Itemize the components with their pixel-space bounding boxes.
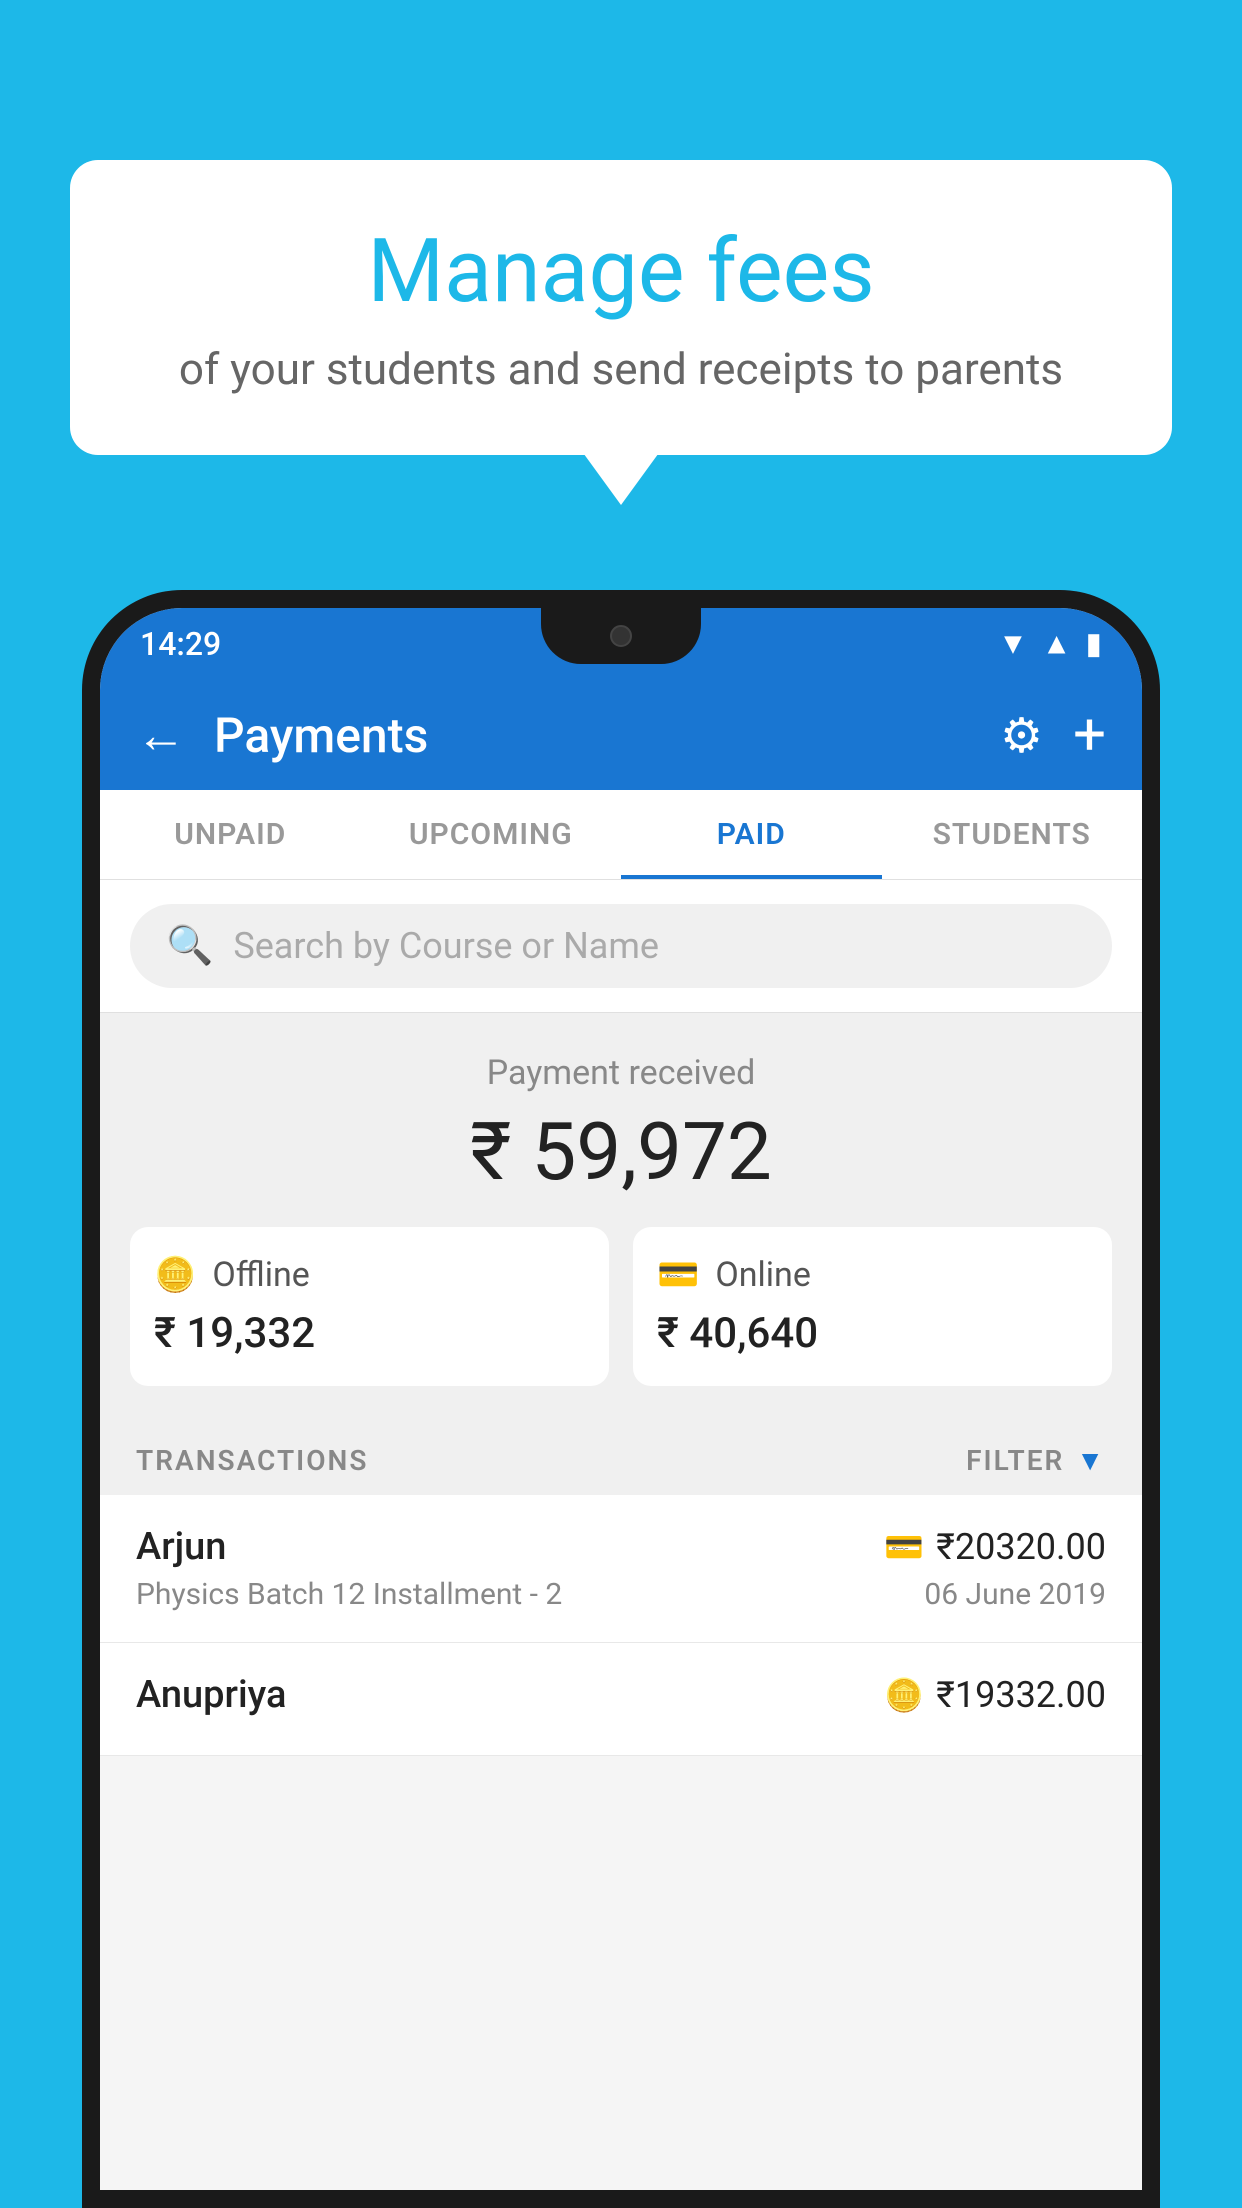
add-button[interactable]: + (1073, 701, 1106, 769)
offline-card: 🪙 Offline ₹ 19,332 (130, 1227, 609, 1386)
tab-students[interactable]: STUDENTS (882, 790, 1143, 879)
transaction-top: Anupriya 🪙 ₹19332.00 (136, 1673, 1106, 1717)
transactions-header: TRANSACTIONS FILTER ▼ (100, 1416, 1142, 1495)
back-button[interactable]: ← (136, 706, 186, 765)
bubble-title: Manage fees (150, 220, 1092, 323)
payment-received-label: Payment received (130, 1053, 1112, 1093)
online-amount: ₹ 40,640 (657, 1309, 1088, 1358)
signal-icon: ▲ (1042, 627, 1072, 662)
table-row[interactable]: Arjun 💳 ₹20320.00 Physics Batch 12 Insta… (100, 1495, 1142, 1643)
search-container: 🔍 Search by Course or Name (100, 880, 1142, 1013)
tab-upcoming[interactable]: UPCOMING (361, 790, 622, 879)
student-name: Anupriya (136, 1673, 286, 1717)
filter-label: FILTER (966, 1444, 1064, 1477)
amount-right: 🪙 ₹19332.00 (884, 1674, 1106, 1716)
transaction-top: Arjun 💳 ₹20320.00 (136, 1525, 1106, 1569)
speech-bubble-container: Manage fees of your students and send re… (70, 160, 1172, 455)
transaction-amount: ₹19332.00 (936, 1674, 1106, 1716)
status-time: 14:29 (140, 625, 221, 663)
amount-right: 💳 ₹20320.00 (884, 1526, 1106, 1568)
phone-screen: 14:29 ▼ ▲ ▮ ← Payments ⚙ + UNPAID UPCOMI… (100, 608, 1142, 2190)
tab-unpaid[interactable]: UNPAID (100, 790, 361, 879)
phone-frame: 14:29 ▼ ▲ ▮ ← Payments ⚙ + UNPAID UPCOMI… (82, 590, 1160, 2208)
tabs-bar: UNPAID UPCOMING PAID STUDENTS (100, 790, 1142, 880)
search-bar[interactable]: 🔍 Search by Course or Name (130, 904, 1112, 988)
online-icon: 💳 (657, 1255, 699, 1295)
payment-summary: Payment received ₹ 59,972 🪙 Offline ₹ 19… (100, 1013, 1142, 1416)
date-info: 06 June 2019 (924, 1577, 1106, 1612)
camera-dot (610, 625, 632, 647)
battery-icon: ▮ (1085, 627, 1102, 662)
offline-card-header: 🪙 Offline (154, 1255, 585, 1295)
offline-icon: 🪙 (154, 1255, 196, 1295)
transaction-bottom: Physics Batch 12 Installment - 2 06 June… (136, 1577, 1106, 1612)
online-label: Online (715, 1255, 811, 1295)
offline-payment-icon: 🪙 (884, 1676, 924, 1714)
app-header: ← Payments ⚙ + (100, 680, 1142, 790)
speech-bubble: Manage fees of your students and send re… (70, 160, 1172, 455)
tab-paid[interactable]: PAID (621, 790, 882, 879)
card-icon: 💳 (884, 1528, 924, 1566)
online-card: 💳 Online ₹ 40,640 (633, 1227, 1112, 1386)
student-name: Arjun (136, 1525, 226, 1569)
status-icons: ▼ ▲ ▮ (998, 627, 1102, 662)
wifi-icon: ▼ (998, 627, 1028, 662)
notch (541, 608, 701, 664)
header-title: Payments (214, 707, 1000, 764)
settings-button[interactable]: ⚙ (1000, 707, 1043, 764)
transaction-amount: ₹20320.00 (936, 1526, 1106, 1568)
table-row[interactable]: Anupriya 🪙 ₹19332.00 (100, 1643, 1142, 1756)
filter-button[interactable]: FILTER ▼ (966, 1444, 1106, 1477)
payment-cards: 🪙 Offline ₹ 19,332 💳 Online ₹ 40,640 (130, 1227, 1112, 1386)
payment-total-amount: ₹ 59,972 (130, 1105, 1112, 1199)
search-input[interactable]: Search by Course or Name (233, 925, 659, 967)
status-bar: 14:29 ▼ ▲ ▮ (100, 608, 1142, 680)
online-card-header: 💳 Online (657, 1255, 1088, 1295)
transactions-label: TRANSACTIONS (136, 1444, 368, 1477)
bubble-subtitle: of your students and send receipts to pa… (150, 343, 1092, 395)
course-info: Physics Batch 12 Installment - 2 (136, 1577, 562, 1612)
offline-label: Offline (212, 1255, 309, 1295)
filter-icon: ▼ (1076, 1444, 1106, 1477)
offline-amount: ₹ 19,332 (154, 1309, 585, 1358)
search-icon: 🔍 (166, 924, 213, 968)
